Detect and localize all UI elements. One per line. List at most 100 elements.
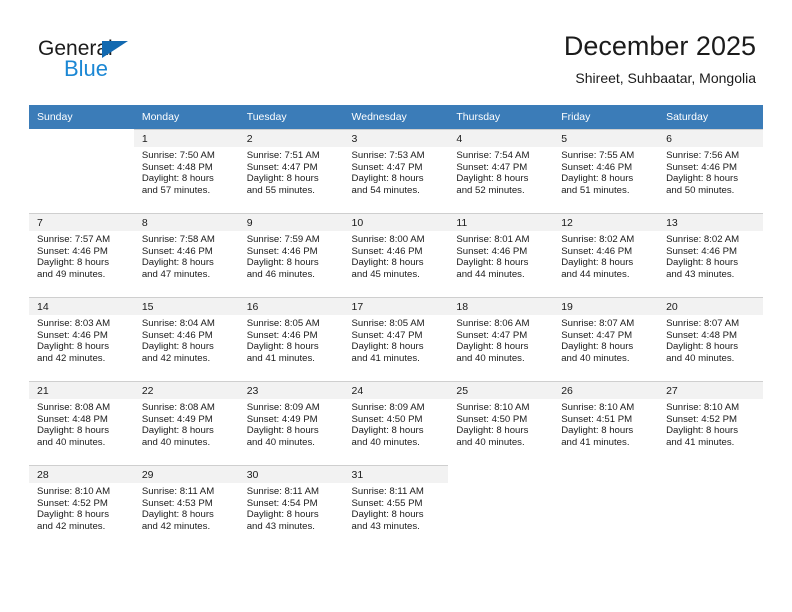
calendar-day-cell: [29, 129, 134, 213]
day-cell-content[interactable]: 10 Sunrise: 8:00 AM Sunset: 4:46 PM Dayligh…: [343, 213, 449, 297]
day-number: 20: [658, 298, 763, 315]
weekday-header-thursday: Thursday: [448, 105, 554, 129]
sunset-text: Sunset: 4:55 PM: [351, 497, 423, 509]
sunset-text: Sunset: 4:46 PM: [456, 245, 528, 257]
daylight-text-line2: and 47 minutes.: [141, 268, 211, 280]
sunrise-text: Sunrise: 7:53 AM: [351, 150, 425, 161]
sunset-text: Sunset: 4:46 PM: [246, 329, 318, 341]
day-cell-content[interactable]: 13 Sunrise: 8:02 AM Sunset: 4:46 PM Dayligh…: [658, 213, 763, 297]
day-number: 23: [238, 382, 344, 399]
sunrise-text: Sunrise: 8:01 AM: [456, 234, 530, 245]
calendar-week-row: 1 Sunrise: 7:50 AM Sunset: 4:48 PM Daylight…: [29, 129, 763, 213]
day-cell-content[interactable]: 19 Sunrise: 8:07 AM Sunset: 4:47 PM Dayligh…: [553, 297, 659, 381]
day-cell-content[interactable]: 17 Sunrise: 8:05 AM Sunset: 4:47 PM Dayligh…: [343, 297, 449, 381]
day-cell-content[interactable]: 20 Sunrise: 8:07 AM Sunset: 4:48 PM Dayligh…: [658, 297, 763, 381]
calendar-day-cell: 13 Sunrise: 8:02 AM Sunset: 4:46 PM Dayligh…: [658, 213, 763, 297]
calendar-day-cell: 2 Sunrise: 7:51 AM Sunset: 4:47 PM Daylight…: [238, 129, 344, 213]
day-details: Sunrise: 7:56 AM Sunset: 4:46 PM Daylight:…: [658, 147, 763, 196]
daylight-text-line2: and 46 minutes.: [246, 268, 315, 280]
day-number: 17: [343, 298, 449, 315]
day-details: Sunrise: 8:05 AM Sunset: 4:47 PM Daylight:…: [344, 315, 449, 364]
calendar-header-row: Sunday Monday Tuesday Wednesday Thursday…: [29, 105, 763, 129]
sunset-text: Sunset: 4:49 PM: [246, 413, 318, 425]
weekday-header-sunday: Sunday: [29, 105, 134, 129]
calendar-day-cell: 3 Sunrise: 7:53 AM Sunset: 4:47 PM Daylight…: [343, 129, 449, 213]
day-cell-content[interactable]: 1 Sunrise: 7:50 AM Sunset: 4:48 PM Daylight…: [133, 129, 239, 213]
calendar-day-cell: 14 Sunrise: 8:03 AM Sunset: 4:46 PM Dayligh…: [29, 297, 134, 381]
daylight-text-line1: Daylight: 8 hours: [561, 341, 634, 353]
sunset-text: Sunset: 4:49 PM: [141, 413, 213, 425]
page-title: December 2025: [563, 31, 756, 61]
day-cell-content[interactable]: 27 Sunrise: 8:10 AM Sunset: 4:52 PM Dayligh…: [658, 381, 763, 465]
day-cell-content[interactable]: 31 Sunrise: 8:11 AM Sunset: 4:55 PM Dayligh…: [343, 465, 449, 549]
day-cell-content[interactable]: 18 Sunrise: 8:06 AM Sunset: 4:47 PM Dayligh…: [448, 297, 554, 381]
daylight-text-line2: and 45 minutes.: [351, 268, 420, 280]
daylight-text-line2: and 51 minutes.: [561, 184, 630, 196]
daylight-text-line1: Daylight: 8 hours: [246, 425, 319, 437]
daylight-text-line1: Daylight: 8 hours: [666, 257, 739, 269]
weekday-header-wednesday: Wednesday: [343, 105, 449, 129]
page-subtitle: Shireet, Suhbaatar, Mongolia: [575, 70, 756, 86]
day-cell-content[interactable]: 7 Sunrise: 7:57 AM Sunset: 4:46 PM Daylight…: [29, 213, 134, 297]
sunrise-text: Sunrise: 8:10 AM: [666, 402, 740, 413]
sunrise-text: Sunrise: 8:07 AM: [561, 318, 635, 329]
day-cell-content[interactable]: 21 Sunrise: 8:08 AM Sunset: 4:48 PM Dayligh…: [29, 381, 134, 465]
calendar-day-cell: 4 Sunrise: 7:54 AM Sunset: 4:47 PM Daylight…: [448, 129, 554, 213]
daylight-text-line1: Daylight: 8 hours: [456, 257, 529, 269]
day-details: Sunrise: 8:00 AM Sunset: 4:46 PM Daylight:…: [344, 231, 449, 280]
day-cell-content[interactable]: 14 Sunrise: 8:03 AM Sunset: 4:46 PM Dayligh…: [29, 297, 134, 381]
day-details: Sunrise: 7:50 AM Sunset: 4:48 PM Daylight:…: [134, 147, 239, 196]
day-number: [553, 465, 658, 482]
day-cell-content[interactable]: 8 Sunrise: 7:58 AM Sunset: 4:46 PM Daylight…: [133, 213, 239, 297]
day-number: 31: [343, 466, 449, 483]
daylight-text-line2: and 40 minutes.: [456, 352, 525, 364]
day-cell-content[interactable]: 5 Sunrise: 7:55 AM Sunset: 4:46 PM Daylight…: [553, 129, 659, 213]
day-details: Sunrise: 8:07 AM Sunset: 4:47 PM Daylight:…: [553, 315, 658, 364]
calendar-day-cell: 19 Sunrise: 8:07 AM Sunset: 4:47 PM Dayligh…: [553, 297, 659, 381]
day-cell-content[interactable]: 30 Sunrise: 8:11 AM Sunset: 4:54 PM Dayligh…: [238, 465, 344, 549]
day-cell-content[interactable]: 6 Sunrise: 7:56 AM Sunset: 4:46 PM Daylight…: [658, 129, 763, 213]
daylight-text-line1: Daylight: 8 hours: [351, 425, 424, 437]
day-cell-content[interactable]: 28 Sunrise: 8:10 AM Sunset: 4:52 PM Dayligh…: [29, 465, 134, 549]
day-cell-content[interactable]: 12 Sunrise: 8:02 AM Sunset: 4:46 PM Dayligh…: [553, 213, 659, 297]
day-details: Sunrise: 7:55 AM Sunset: 4:46 PM Daylight:…: [553, 147, 658, 196]
day-cell-content[interactable]: 23 Sunrise: 8:09 AM Sunset: 4:49 PM Dayligh…: [238, 381, 344, 465]
daylight-text-line1: Daylight: 8 hours: [351, 341, 424, 353]
day-cell-content[interactable]: 16 Sunrise: 8:05 AM Sunset: 4:46 PM Dayligh…: [238, 297, 344, 381]
sunrise-text: Sunrise: 7:58 AM: [141, 234, 215, 245]
calendar-day-cell: [553, 465, 658, 549]
day-number: [448, 465, 553, 482]
day-cell-content[interactable]: 22 Sunrise: 8:08 AM Sunset: 4:49 PM Dayligh…: [133, 381, 239, 465]
day-cell-content[interactable]: 25 Sunrise: 8:10 AM Sunset: 4:50 PM Dayligh…: [448, 381, 554, 465]
sunset-text: Sunset: 4:46 PM: [666, 161, 737, 173]
day-cell-content[interactable]: 26 Sunrise: 8:10 AM Sunset: 4:51 PM Dayligh…: [553, 381, 659, 465]
sunset-text: Sunset: 4:47 PM: [456, 329, 528, 341]
calendar-day-cell: 11 Sunrise: 8:01 AM Sunset: 4:46 PM Dayligh…: [448, 213, 554, 297]
general-blue-logo[interactable]: General Blue: [38, 38, 168, 84]
daylight-text-line1: Daylight: 8 hours: [666, 341, 739, 353]
day-cell-content[interactable]: 15 Sunrise: 8:04 AM Sunset: 4:46 PM Dayligh…: [133, 297, 239, 381]
day-cell-content[interactable]: 11 Sunrise: 8:01 AM Sunset: 4:46 PM Dayligh…: [448, 213, 554, 297]
daylight-text-line2: and 43 minutes.: [666, 268, 735, 280]
daylight-text-line1: Daylight: 8 hours: [666, 173, 739, 185]
sunrise-text: Sunrise: 8:02 AM: [666, 234, 740, 245]
day-cell-content[interactable]: 4 Sunrise: 7:54 AM Sunset: 4:47 PM Daylight…: [448, 129, 554, 213]
day-number: 12: [553, 214, 659, 231]
day-cell-content[interactable]: 24 Sunrise: 8:09 AM Sunset: 4:50 PM Dayligh…: [343, 381, 449, 465]
weekday-header-tuesday: Tuesday: [238, 105, 344, 129]
weekday-header-monday: Monday: [133, 105, 239, 129]
sunset-text: Sunset: 4:47 PM: [561, 329, 633, 341]
sunset-text: Sunset: 4:46 PM: [351, 245, 423, 257]
daylight-text-line1: Daylight: 8 hours: [351, 257, 424, 269]
day-details: Sunrise: 7:53 AM Sunset: 4:47 PM Daylight:…: [344, 147, 449, 196]
sunrise-text: Sunrise: 8:10 AM: [456, 402, 530, 413]
day-cell-content[interactable]: 2 Sunrise: 7:51 AM Sunset: 4:47 PM Daylight…: [238, 129, 344, 213]
sunset-text: Sunset: 4:46 PM: [666, 245, 737, 257]
calendar-day-cell: 29 Sunrise: 8:11 AM Sunset: 4:53 PM Dayligh…: [133, 465, 239, 549]
day-number: 13: [658, 214, 763, 231]
calendar-day-cell: 18 Sunrise: 8:06 AM Sunset: 4:47 PM Dayligh…: [448, 297, 554, 381]
daylight-text-line2: and 43 minutes.: [351, 520, 420, 532]
day-cell-content[interactable]: 29 Sunrise: 8:11 AM Sunset: 4:53 PM Dayligh…: [133, 465, 239, 549]
day-cell-content[interactable]: 3 Sunrise: 7:53 AM Sunset: 4:47 PM Daylight…: [343, 129, 449, 213]
day-cell-content[interactable]: 9 Sunrise: 7:59 AM Sunset: 4:46 PM Daylight…: [238, 213, 344, 297]
